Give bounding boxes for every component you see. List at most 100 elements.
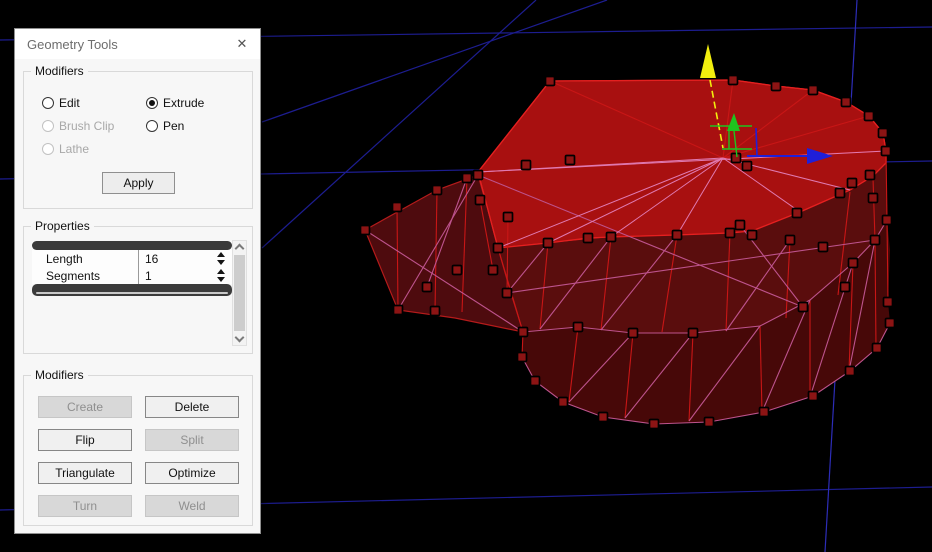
property-name: Length: [32, 252, 134, 266]
scroll-down-icon[interactable]: [235, 333, 245, 343]
vertex-handle[interactable]: [809, 392, 818, 401]
vertex-handle[interactable]: [841, 283, 850, 292]
radio-circle-icon: [42, 97, 54, 109]
close-icon[interactable]: ✕: [232, 34, 252, 54]
radio-extrude[interactable]: Extrude: [146, 96, 204, 110]
vertex-handle[interactable]: [494, 244, 503, 253]
radio-lathe: Lathe: [42, 142, 89, 156]
scroll-up-icon[interactable]: [235, 244, 245, 254]
vertex-handle[interactable]: [760, 408, 769, 417]
spin-down-icon[interactable]: [217, 277, 225, 282]
properties-group-label: Properties: [31, 219, 94, 234]
vertex-handle[interactable]: [793, 209, 802, 218]
flip-button[interactable]: Flip: [38, 429, 132, 451]
vertex-handle[interactable]: [846, 367, 855, 376]
vertex-handle[interactable]: [531, 377, 540, 386]
vertex-handle[interactable]: [809, 86, 818, 95]
property-row-segments[interactable]: Segments 1: [32, 267, 232, 284]
triangulate-button[interactable]: Triangulate: [38, 462, 132, 484]
vertex-handle[interactable]: [849, 259, 858, 268]
vertex-handle[interactable]: [504, 213, 513, 222]
vertex-handle[interactable]: [882, 147, 891, 156]
vertex-handle[interactable]: [743, 162, 752, 171]
vertex-handle[interactable]: [650, 420, 659, 429]
vertex-handle[interactable]: [799, 303, 808, 312]
vertex-handle[interactable]: [433, 186, 442, 195]
vertex-handle[interactable]: [574, 323, 583, 332]
property-row-length[interactable]: Length 16: [32, 250, 232, 267]
radio-circle-icon: [146, 120, 158, 132]
vertex-handle[interactable]: [584, 234, 593, 243]
radio-edit[interactable]: Edit: [42, 96, 80, 110]
delete-button[interactable]: Delete: [145, 396, 239, 418]
vertex-handle[interactable]: [689, 329, 698, 338]
vertex-handle[interactable]: [772, 82, 781, 91]
vertex-handle[interactable]: [394, 306, 403, 315]
apply-button[interactable]: Apply: [102, 172, 175, 194]
vertex-handle[interactable]: [879, 129, 888, 138]
vertex-handle[interactable]: [559, 398, 568, 407]
scrollbar-thumb[interactable]: [234, 255, 245, 331]
radio-extrude-label: Extrude: [163, 96, 204, 110]
gizmo-x-axis-drop[interactable]: [756, 128, 757, 155]
vertex-handle[interactable]: [522, 161, 531, 170]
radio-pen[interactable]: Pen: [146, 119, 184, 133]
vertex-handle[interactable]: [629, 329, 638, 338]
spin-up-icon[interactable]: [217, 252, 225, 257]
vertex-handle[interactable]: [842, 98, 851, 107]
vertex-handle[interactable]: [518, 353, 527, 362]
vertex-handle[interactable]: [736, 221, 745, 230]
vertex-handle[interactable]: [474, 171, 483, 180]
vertex-handle[interactable]: [865, 112, 874, 121]
vertex-handle[interactable]: [748, 231, 757, 240]
vertex-handle[interactable]: [431, 307, 440, 316]
vertex-handle[interactable]: [705, 418, 714, 427]
properties-scrollbar[interactable]: [232, 240, 247, 346]
property-value[interactable]: 1: [145, 269, 152, 283]
vertex-handle[interactable]: [453, 266, 462, 275]
vertex-handle[interactable]: [886, 319, 895, 328]
vertex-handle[interactable]: [729, 76, 738, 85]
turn-button: Turn: [38, 495, 132, 517]
vertex-handle[interactable]: [866, 171, 875, 180]
spin-down-icon[interactable]: [217, 260, 225, 265]
vertex-handle[interactable]: [546, 77, 555, 86]
vertex-handle[interactable]: [544, 239, 553, 248]
vertex-handle[interactable]: [819, 243, 828, 252]
vertex-handle[interactable]: [786, 236, 795, 245]
vertex-handle[interactable]: [393, 203, 402, 212]
weld-button: Weld: [145, 495, 239, 517]
property-value[interactable]: 16: [145, 252, 158, 266]
optimize-button[interactable]: Optimize: [145, 462, 239, 484]
vertex-handle[interactable]: [607, 233, 616, 242]
create-button: Create: [38, 396, 132, 418]
vertex-handle[interactable]: [476, 196, 485, 205]
radio-circle-icon: [42, 120, 54, 132]
length-spinner[interactable]: [215, 252, 227, 265]
vertex-handle[interactable]: [503, 289, 512, 298]
geometry-tools-dialog: Geometry Tools ✕ Modifiers Edit Extrude …: [14, 28, 261, 534]
radio-circle-icon: [146, 97, 158, 109]
vertex-handle[interactable]: [871, 236, 880, 245]
radio-pen-label: Pen: [163, 119, 184, 133]
vertex-handle[interactable]: [848, 179, 857, 188]
vertex-handle[interactable]: [463, 174, 472, 183]
vertex-handle[interactable]: [884, 298, 893, 307]
vertex-handle[interactable]: [519, 328, 528, 337]
dialog-titlebar[interactable]: Geometry Tools ✕: [15, 29, 260, 59]
vertex-handle[interactable]: [726, 229, 735, 238]
segments-spinner[interactable]: [215, 269, 227, 282]
vertex-handle[interactable]: [489, 266, 498, 275]
vertex-handle[interactable]: [673, 231, 682, 240]
vertex-handle[interactable]: [732, 154, 741, 163]
vertex-handle[interactable]: [566, 156, 575, 165]
spin-up-icon[interactable]: [217, 269, 225, 274]
vertex-handle[interactable]: [361, 226, 370, 235]
app-window: Geometry Tools ✕ Modifiers Edit Extrude …: [0, 0, 932, 552]
vertex-handle[interactable]: [423, 283, 432, 292]
vertex-handle[interactable]: [599, 413, 608, 422]
vertex-handle[interactable]: [836, 189, 845, 198]
vertex-handle[interactable]: [883, 216, 892, 225]
vertex-handle[interactable]: [873, 344, 882, 353]
vertex-handle[interactable]: [869, 194, 878, 203]
